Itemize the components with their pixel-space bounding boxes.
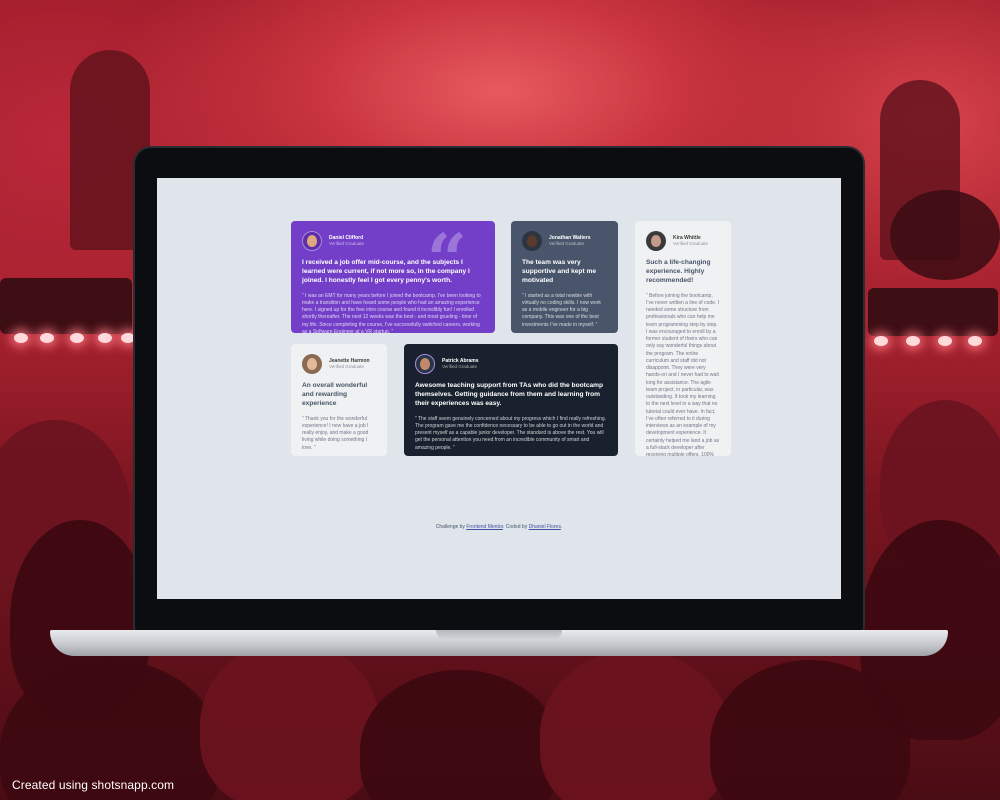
laptop-screen: “ Daniel Clifford Verified Graduate I re… (157, 178, 841, 599)
footer-prefix: Challenge by (435, 524, 465, 530)
testimonial-quote: “ I started as a total newbie with virtu… (522, 292, 601, 328)
crowd-head (200, 640, 380, 800)
laptop-notch (436, 630, 562, 640)
drum-kit (890, 190, 1000, 280)
testimonial-card-patrick: Patrick Abrams Verified Graduate Awesome… (404, 344, 618, 456)
person-role: Verified Graduate (549, 241, 585, 247)
stage-light (14, 333, 28, 343)
person-info: Patrick Abrams Verified Graduate (442, 358, 479, 369)
card-header: Kira Whittle Verified Graduate (646, 231, 720, 251)
testimonial-quote: “ Before joining the bootcamp, I’ve neve… (646, 292, 720, 456)
testimonial-quote: “ I was an EMT for many years before I j… (302, 292, 481, 333)
stage-light (70, 333, 84, 343)
stage-light (874, 336, 888, 346)
person-info: Jonathan Walters Verified Graduate (549, 235, 591, 246)
amplifier-left (0, 278, 132, 334)
card-header: Jonathan Walters Verified Graduate (522, 231, 607, 251)
testimonial-quote: “ The staff seem genuinely concerned abo… (415, 415, 607, 451)
person-role: Verified Graduate (673, 241, 709, 247)
avatar (302, 231, 322, 251)
testimonial-headline: I received a job offer mid-course, and t… (302, 259, 470, 284)
avatar (415, 354, 435, 374)
footer-middle: . Coded by (503, 524, 528, 530)
person-role: Verified Graduate (329, 364, 365, 370)
avatar-face-icon (307, 358, 317, 370)
testimonial-quote: “ Thank you for the wonderful experience… (302, 415, 369, 451)
avatar-face-icon (527, 235, 537, 247)
testimonial-headline: The team was very supportive and kept me… (522, 259, 597, 284)
stage-light (906, 336, 920, 346)
card-header: Jeanette Harmon Verified Graduate (302, 354, 376, 374)
testimonial-headline: Such a life-changing experience. Highly … (646, 259, 711, 284)
testimonial-card-jonathan: Jonathan Walters Verified Graduate The t… (511, 221, 618, 333)
watermark-text: Created using shotsnapp.com (12, 778, 175, 792)
testimonial-card-daniel: “ Daniel Clifford Verified Graduate I re… (291, 221, 495, 333)
stage-light (98, 333, 112, 343)
stage-light (968, 336, 982, 346)
person-info: Kira Whittle Verified Graduate (673, 235, 708, 246)
testimonial-headline: Awesome teaching support from TAs who di… (415, 382, 604, 407)
person-info: Jeanette Harmon Verified Graduate (329, 358, 370, 369)
avatar (302, 354, 322, 374)
amplifier-right (868, 288, 998, 336)
avatar-face-icon (651, 235, 661, 247)
avatar (646, 231, 666, 251)
frontend-mentor-link[interactable]: Frontend Mentor (466, 524, 503, 530)
author-link[interactable]: Dhaniel Flores (529, 524, 561, 530)
testimonial-headline: An overall wonderful and rewarding exper… (302, 382, 368, 407)
person-role: Verified Graduate (442, 364, 478, 370)
testimonial-card-kira: Kira Whittle Verified Graduate Such a li… (635, 221, 731, 456)
person-role: Verified Graduate (329, 241, 365, 247)
stage-light (938, 336, 952, 346)
card-header: Patrick Abrams Verified Graduate (415, 354, 607, 374)
avatar-face-icon (420, 358, 430, 370)
testimonial-card-jeanette: Jeanette Harmon Verified Graduate An ove… (291, 344, 387, 456)
footer-suffix: . (560, 524, 563, 530)
avatar-face-icon (307, 235, 317, 247)
attribution-footer: Challenge by Frontend Mentor. Coded by D… (157, 524, 841, 530)
person-info: Daniel Clifford Verified Graduate (329, 235, 364, 246)
stage-light (40, 333, 54, 343)
avatar (522, 231, 542, 251)
